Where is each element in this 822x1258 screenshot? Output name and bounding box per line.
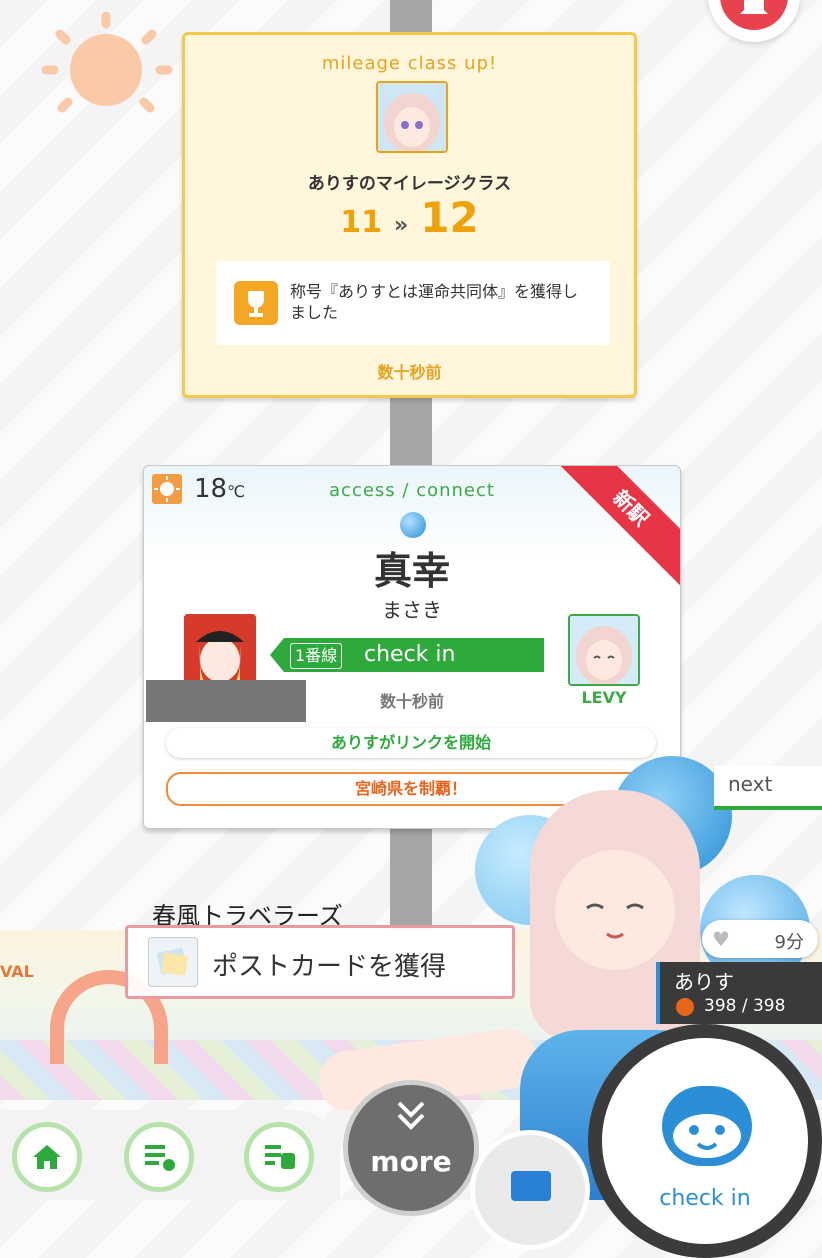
history-list-button[interactable] bbox=[124, 1122, 194, 1192]
postcard-toast[interactable]: ポストカードを獲得 bbox=[125, 925, 515, 999]
character-status: ありす 398 / 398 bbox=[656, 962, 822, 1024]
class-from: 11 bbox=[340, 205, 383, 240]
postcard-icon bbox=[148, 937, 198, 987]
mileage-class-change: 11 » 12 bbox=[185, 193, 634, 242]
conquer-text: 宮崎県を制覇！ bbox=[354, 779, 467, 798]
postcard-toast-text: ポストカードを獲得 bbox=[212, 952, 447, 982]
title-earned-box: 称号『ありすとは運命共同体』を獲得しました bbox=[216, 261, 610, 345]
class-to: 12 bbox=[420, 193, 479, 242]
chevron-down-icon bbox=[348, 1095, 474, 1138]
mileage-class-card: mileage class up! ありすのマイレージクラス 11 » 12 称号『… bbox=[182, 32, 637, 398]
checkin-label: check in bbox=[659, 1186, 751, 1211]
festival-sign: IVAL bbox=[0, 962, 34, 981]
mileage-card-time: 数十秒前 bbox=[377, 363, 442, 382]
train-icon bbox=[265, 1145, 295, 1169]
character-hp: 398 / 398 bbox=[704, 996, 786, 1016]
time-remaining-badge: ♥ 9分 bbox=[702, 920, 818, 958]
time-remaining: 9分 bbox=[774, 932, 804, 953]
water-drop-icon bbox=[400, 512, 426, 538]
checkin-mascot-icon bbox=[662, 1086, 752, 1166]
bell-icon bbox=[720, 0, 788, 30]
checkin-button[interactable]: check in bbox=[588, 1024, 822, 1258]
next-label: next bbox=[728, 772, 773, 796]
bag-button[interactable] bbox=[470, 1130, 590, 1250]
checkin-action-text: check in bbox=[364, 642, 456, 667]
next-button[interactable]: next bbox=[714, 766, 822, 810]
partner-avatar[interactable] bbox=[568, 614, 640, 686]
notification-button[interactable] bbox=[708, 0, 800, 42]
title-earned-text: 称号『ありすとは運命共同体』を獲得しました bbox=[290, 282, 579, 322]
redacted-username bbox=[146, 680, 306, 722]
home-icon bbox=[33, 1145, 61, 1169]
line-number-tag: 1番線 bbox=[290, 643, 343, 669]
heart-icon: ♥ bbox=[712, 927, 730, 951]
sun-icon bbox=[41, 12, 173, 113]
checkin-line-bar: 1番線 check in bbox=[270, 638, 544, 672]
bag-icon bbox=[511, 1171, 551, 1201]
checkin-button-face: check in bbox=[602, 1038, 808, 1244]
mileage-class-label: ありすのマイレージクラス bbox=[307, 174, 512, 194]
class-arrow: » bbox=[394, 213, 409, 238]
fire-icon bbox=[676, 998, 694, 1016]
home-button[interactable] bbox=[12, 1122, 82, 1192]
checkin-card: 18℃ access / connect 新駅 真幸 まさき 1番線 check… bbox=[143, 465, 681, 829]
more-button[interactable]: more bbox=[343, 1080, 479, 1216]
trophy-icon bbox=[234, 281, 278, 325]
user-avatar[interactable] bbox=[184, 614, 256, 686]
train-list-button[interactable] bbox=[244, 1122, 314, 1192]
character-name: ありす bbox=[674, 970, 734, 994]
link-start-message: ありすがリンクを開始 bbox=[166, 728, 656, 758]
station-name: 真幸 bbox=[373, 549, 450, 593]
character-face bbox=[555, 850, 675, 970]
more-label: more bbox=[370, 1145, 452, 1178]
list-icon bbox=[145, 1145, 175, 1171]
character-avatar bbox=[376, 81, 448, 153]
mileage-card-header: mileage class up! bbox=[321, 53, 498, 74]
